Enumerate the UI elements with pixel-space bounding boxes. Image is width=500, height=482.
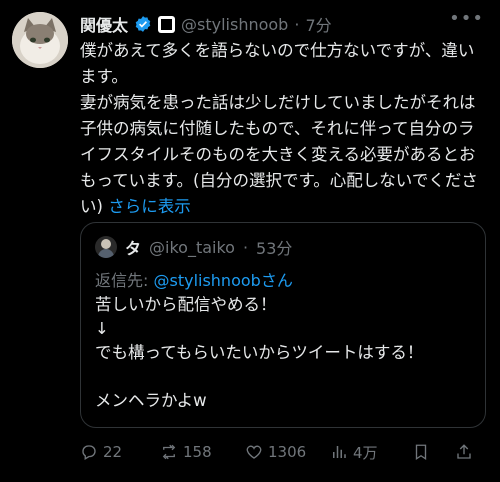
like-count: 1306 (268, 443, 307, 461)
reply-icon (82, 445, 96, 460)
bookmark-button[interactable] (412, 440, 430, 464)
tweet-body: 僕があえて多くを語らないので仕方ないですが、違います。 妻が病気を患った話は少し… (80, 38, 490, 220)
repost-icon (162, 444, 176, 460)
replying-prefix: 返信先: (95, 271, 154, 290)
header-separator: · (294, 14, 300, 34)
repost-count: 158 (183, 443, 212, 461)
heart-icon (246, 445, 262, 459)
quoted-separator: · (242, 237, 249, 257)
quoted-tweet-time: 53分 (256, 239, 293, 258)
share-icon (457, 444, 471, 459)
quoted-author-handle: @iko_taiko (149, 237, 235, 257)
quoted-author-avatar (95, 236, 117, 258)
views-chart-icon (333, 446, 346, 458)
verified-badge-icon (135, 16, 151, 32)
tweet-time[interactable]: 7分 (305, 12, 331, 36)
replying-suffix: さん (260, 271, 293, 290)
quoted-author-name: タ (125, 239, 142, 258)
author-avatar[interactable] (12, 12, 68, 68)
reply-button[interactable]: 22 (80, 440, 122, 464)
author-name[interactable]: 関優太 (80, 12, 128, 36)
quoted-tweet[interactable]: タ @iko_taiko · 53分 返信先: @stylishnoobさん 苦… (80, 222, 486, 428)
more-options-icon[interactable]: ••• (449, 8, 484, 29)
bookmark-icon (415, 444, 427, 461)
author-handle[interactable]: @stylishnoob (181, 15, 288, 34)
view-count: 4万 (353, 443, 378, 462)
quoted-tweet-header: タ @iko_taiko · 53分 (95, 235, 292, 259)
tweet-actions: 22 158 1306 4万 (80, 440, 480, 464)
views-button[interactable]: 4万 (330, 440, 378, 464)
share-button[interactable] (455, 440, 473, 464)
reply-count: 22 (103, 443, 123, 461)
replying-to: 返信先: @stylishnoobさん (95, 267, 293, 291)
replying-mention[interactable]: @stylishnoob (153, 271, 260, 290)
affiliate-badge-icon[interactable] (158, 15, 176, 33)
like-button[interactable]: 1306 (245, 440, 306, 464)
tweet-text: 僕があえて多くを語らないので仕方ないですが、違います。 妻が病気を患った話は少し… (80, 41, 478, 216)
tweet-header: 関優太 @stylishnoob · 7分 (80, 12, 484, 36)
show-more-link[interactable]: さらに表示 (108, 197, 191, 216)
quoted-tweet-text: 苦しいから配信やめる！ ↓ でも構ってもらいたいからツイートはする！ メンヘラか… (95, 295, 424, 410)
repost-button[interactable]: 158 (160, 440, 212, 464)
